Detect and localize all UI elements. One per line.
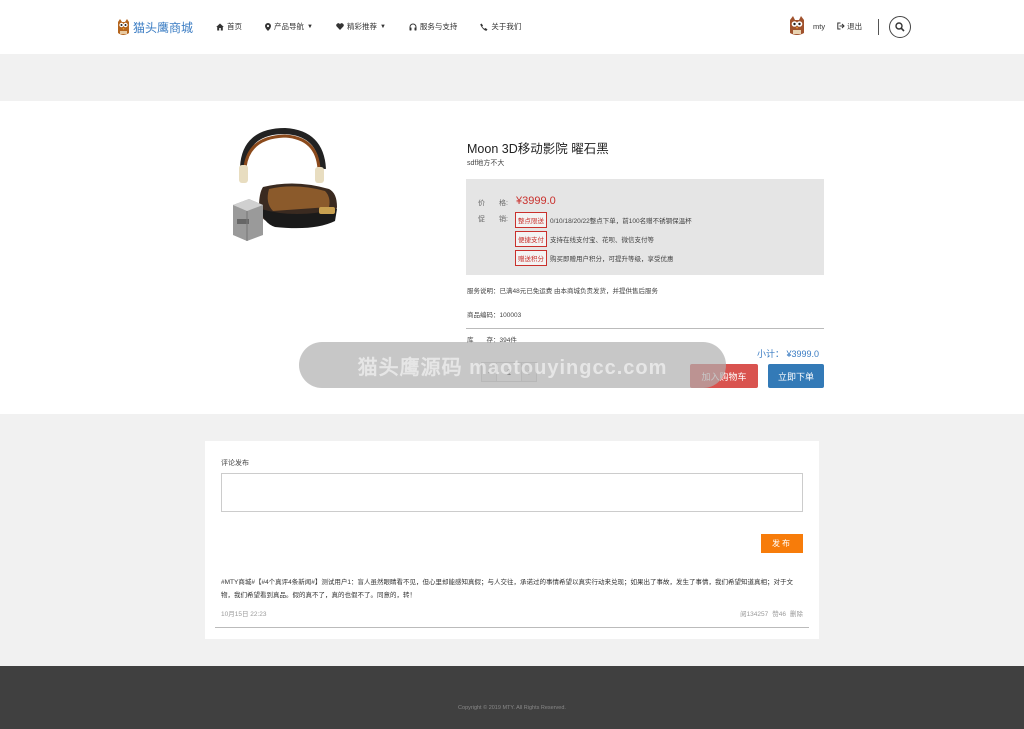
comment-date: 10月15日 22:23 [221,611,267,618]
avatar[interactable] [789,16,805,36]
nav-label: 关于我们 [491,22,522,31]
promo-tag: 便捷支付 [515,231,547,247]
product-subtitle: sdf地方不大 [467,160,505,167]
search-icon [895,22,905,32]
caret-down-icon: ▼ [379,23,386,30]
search-button[interactable] [889,16,911,38]
headphones-icon [409,23,417,30]
copyright-text: Copyright © 2019 MTY. All Rights Reserve… [458,705,566,711]
promo-text: 购买即赠用户积分，可提升等级，享受优惠 [550,256,674,263]
phone-icon [480,23,488,31]
service-info: 服务说明：已满48元已免运费 由本商城负责发货，并提供售后服务 [467,288,659,295]
product-code: 商品编码：100003 [467,312,522,319]
map-marker-icon [265,22,271,31]
comment-content: #MTY商城#【#4个真评4条新闻#】测试用户1：盲人虽然眼睛看不见，但心里却能… [221,579,794,599]
nav-label: 首页 [227,22,242,31]
logout-label: 退出 [847,21,863,31]
main-nav: 首页 产品导航 ▼ 精彩推荐 ▼ 服务与支持 关于我们 [216,21,544,32]
user-area: mty 退出 [789,16,862,36]
comment-views: 阅134257 [740,611,769,618]
nav-item-recommend[interactable]: 精彩推荐 ▼ [336,21,386,32]
nav-item-support[interactable]: 服务与支持 [409,21,458,32]
comment-likes[interactable]: 赞46 [772,608,786,618]
comment-meta: 阅134257 赞46 删除 [736,608,803,618]
comments-section: 评论发布 发布 #MTY商城#【#4个真评4条新闻#】测试用户1：盲人虽然眼睛看… [205,441,819,639]
nav-label: 精彩推荐 [346,22,377,31]
comment-delete-link[interactable]: 删除 [790,608,803,618]
username[interactable]: mty [813,22,825,31]
subtotal: 小计： ¥3999.0 [757,349,820,359]
product-image [225,127,353,247]
product-title: Moon 3D移动影院 曜石黑 [467,142,609,156]
sign-out-icon [837,22,845,30]
logo-text: 猫头鹰商城 [133,20,194,35]
top-navbar: 猫头鹰商城 首页 产品导航 ▼ 精彩推荐 ▼ 服务与支持 关于我们 mty 退出 [0,0,1024,54]
site-logo[interactable]: 猫头鹰商城 [117,17,193,37]
promo-row: 赠送积分 购买即赠用户积分，可提升等级，享受优惠 [515,250,674,266]
footer: Copyright © 2019 MTY. All Rights Reserve… [0,666,1024,729]
nav-item-home[interactable]: 首页 [216,21,242,32]
comment-submit-button[interactable]: 发布 [761,534,803,553]
product-section: Moon 3D移动影院 曜石黑 sdf地方不大 价 格: ¥3999.0 促 销… [0,101,1024,414]
promo-tag: 赠送积分 [515,250,547,266]
heart-icon [336,23,344,30]
promo-text: 0/10/18/20/22整点下单，前100名赠不锈钢保温杯 [550,218,692,225]
divider [215,627,809,628]
header-divider [878,19,879,35]
nav-item-about[interactable]: 关于我们 [480,21,521,32]
price-promo-box: 价 格: ¥3999.0 促 销: 整点限送 0/10/18/20/22整点下单… [466,179,824,275]
comment-input[interactable] [221,473,803,512]
comment-label: 评论发布 [221,460,249,467]
nav-label: 服务与支持 [419,22,458,31]
price-value: ¥3999.0 [516,195,556,207]
divider [466,328,824,329]
caret-down-icon: ▼ [307,23,313,30]
promo-tag: 整点限送 [515,212,547,228]
promo-label: 促 销: [478,216,508,223]
promo-text: 支持在线支付宝、花呗、微信支付等 [550,237,654,244]
promo-row: 整点限送 0/10/18/20/22整点下单，前100名赠不锈钢保温杯 [515,212,692,228]
logout-link[interactable]: 退出 [837,21,862,32]
watermark-overlay: 猫头鹰源码 maotouyingcc.com [299,342,726,388]
promo-row: 便捷支付 支持在线支付宝、花呗、微信支付等 [515,231,654,247]
nav-item-products[interactable]: 产品导航 ▼ [265,21,313,32]
owl-logo-icon [117,18,130,36]
nav-label: 产品导航 [274,22,304,31]
price-label: 价 格: [478,200,508,207]
home-icon [216,23,224,30]
buy-now-button[interactable]: 立即下单 [768,364,824,388]
